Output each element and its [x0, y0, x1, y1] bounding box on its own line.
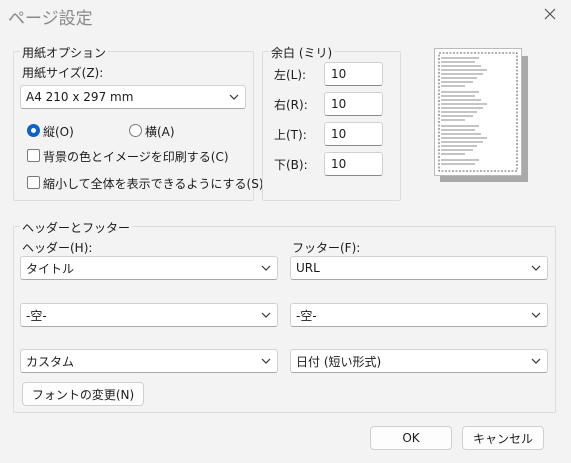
paper-size-select[interactable]: A4 210 x 297 mm [20, 85, 246, 109]
shrink-to-fit-label[interactable]: 縮小して全体を表示できるようにする(S) [43, 175, 264, 192]
landscape-label[interactable]: 横(A) [145, 123, 175, 140]
margin-bottom-input[interactable]: 10 [324, 152, 383, 176]
chevron-down-icon [229, 94, 239, 100]
ok-button[interactable]: OK [370, 426, 452, 450]
footer-label: フッター(F): [292, 241, 361, 255]
paper-size-value: A4 210 x 297 mm [26, 90, 134, 104]
margin-bottom-label: 下(B): [274, 158, 308, 172]
dialog-title: ページ設定 [8, 9, 93, 29]
portrait-radio[interactable] [27, 124, 40, 137]
margin-left-input[interactable]: 10 [324, 62, 383, 86]
header-select-2[interactable]: -空- [20, 303, 278, 327]
chevron-down-icon [531, 265, 541, 271]
header-select-3-value: カスタム [26, 354, 75, 369]
shrink-to-fit-checkbox[interactable] [27, 176, 40, 189]
header-select-1-value: タイトル [26, 261, 75, 276]
margin-top-input[interactable]: 10 [324, 122, 383, 146]
margin-right-input[interactable]: 10 [324, 92, 383, 116]
footer-select-3-value: 日付 (短い形式) [296, 354, 382, 369]
chevron-down-icon [261, 265, 271, 271]
header-select-2-value: -空- [26, 308, 47, 323]
margin-top-label: 上(T): [274, 128, 307, 142]
footer-select-3[interactable]: 日付 (短い形式) [290, 349, 548, 373]
header-footer-label: ヘッダーとフッター [20, 219, 133, 236]
header-label: ヘッダー(H): [22, 241, 93, 255]
margin-left-label: 左(L): [274, 68, 307, 82]
header-select-1[interactable]: タイトル [20, 256, 278, 280]
footer-select-1[interactable]: URL [290, 256, 548, 280]
chevron-down-icon [531, 312, 541, 318]
page-preview [434, 48, 522, 176]
chevron-down-icon [261, 358, 271, 364]
landscape-radio[interactable] [129, 124, 142, 137]
paper-options-label: 用紙オプション [20, 44, 109, 61]
header-select-3[interactable]: カスタム [20, 349, 278, 373]
page-preview-lines [438, 52, 518, 172]
margin-right-label: 右(R): [274, 98, 308, 112]
footer-select-1-value: URL [296, 261, 320, 275]
margins-label: 余白 (ミリ) [269, 44, 335, 61]
footer-select-2-value: -空- [296, 308, 317, 323]
close-icon[interactable] [540, 4, 560, 24]
print-background-checkbox[interactable] [27, 149, 40, 162]
footer-select-2[interactable]: -空- [290, 303, 548, 327]
portrait-label[interactable]: 縦(O) [43, 123, 74, 140]
paper-size-label: 用紙サイズ(Z): [22, 66, 104, 80]
cancel-button[interactable]: キャンセル [462, 426, 544, 450]
chevron-down-icon [261, 312, 271, 318]
print-background-label[interactable]: 背景の色とイメージを印刷する(C) [43, 148, 229, 165]
chevron-down-icon [531, 358, 541, 364]
change-font-button[interactable]: フォントの変更(N) [22, 382, 144, 406]
